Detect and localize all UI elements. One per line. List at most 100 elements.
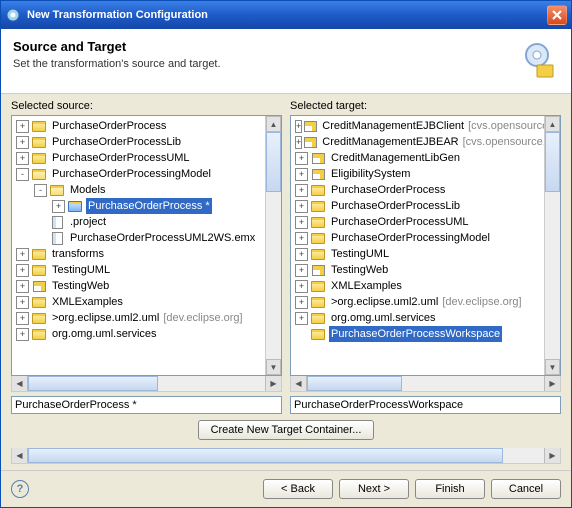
tree-item[interactable]: +EligibilitySystem bbox=[291, 166, 544, 182]
cancel-button[interactable]: Cancel bbox=[491, 479, 561, 499]
tree-item-label: PurchaseOrderProcessingModel bbox=[329, 230, 492, 246]
tree-twisty[interactable]: + bbox=[16, 120, 29, 133]
target-input[interactable] bbox=[290, 396, 561, 414]
scrollbar-horizontal[interactable]: ◀ ▶ bbox=[11, 376, 282, 392]
tree-twisty[interactable]: + bbox=[295, 312, 308, 325]
tree-twisty[interactable]: + bbox=[295, 264, 308, 277]
help-icon[interactable]: ? bbox=[11, 480, 29, 498]
tree-twisty[interactable]: + bbox=[295, 136, 302, 149]
scroll-left-button[interactable]: ◀ bbox=[12, 376, 28, 391]
scroll-thumb[interactable] bbox=[266, 132, 281, 192]
tree-item-label: Models bbox=[68, 182, 107, 198]
tree-item[interactable]: +TestingWeb bbox=[291, 262, 544, 278]
tree-item[interactable]: + CreditManagementLibGen bbox=[291, 150, 544, 166]
tree-item[interactable]: +org.omg.uml.services bbox=[12, 326, 265, 342]
tree-item[interactable]: +>org.eclipse.uml2.uml [dev.eclipse.org] bbox=[291, 294, 544, 310]
scroll-up-button[interactable]: ▲ bbox=[545, 116, 560, 132]
tree-twisty[interactable]: + bbox=[16, 152, 29, 165]
tree-item[interactable]: + TestingUML bbox=[291, 246, 544, 262]
tree-item[interactable]: + PurchaseOrderProcessingModel bbox=[291, 230, 544, 246]
tree-item-label: TestingUML bbox=[329, 246, 391, 262]
scroll-down-button[interactable]: ▼ bbox=[545, 359, 560, 375]
tree-twisty[interactable]: + bbox=[295, 232, 308, 245]
tree-twisty[interactable]: + bbox=[295, 184, 308, 197]
tree-item-label: CreditManagementLibGen bbox=[329, 150, 462, 166]
scroll-left-button[interactable]: ◀ bbox=[12, 448, 28, 463]
tree-item[interactable]: PurchaseOrderProcessWorkspace bbox=[291, 326, 544, 342]
tree-item[interactable]: +TestingWeb bbox=[12, 278, 265, 294]
file-icon bbox=[49, 215, 65, 229]
tree-item[interactable]: +PurchaseOrderProcessLib bbox=[291, 198, 544, 214]
folder-icon bbox=[31, 327, 47, 341]
folder-icon bbox=[31, 135, 47, 149]
scroll-left-button[interactable]: ◀ bbox=[291, 376, 307, 391]
tree-item-label: PurchaseOrderProcess bbox=[329, 182, 447, 198]
finish-button[interactable]: Finish bbox=[415, 479, 485, 499]
scrollbar-horizontal[interactable]: ◀ ▶ bbox=[290, 376, 561, 392]
tree-twisty[interactable]: + bbox=[295, 168, 308, 181]
next-button[interactable]: Next > bbox=[339, 479, 409, 499]
tree-item[interactable]: +CreditManagementEJBEAR [cvs.opensource.… bbox=[291, 134, 544, 150]
scroll-right-button[interactable]: ▶ bbox=[265, 376, 281, 391]
scroll-thumb-h[interactable] bbox=[307, 376, 402, 391]
scrollbar-vertical[interactable]: ▲ ▼ bbox=[544, 116, 560, 375]
create-target-container-button[interactable]: Create New Target Container... bbox=[198, 420, 375, 440]
tree-item[interactable]: +PurchaseOrderProcessUML bbox=[291, 214, 544, 230]
scrollbar-vertical[interactable]: ▲ ▼ bbox=[265, 116, 281, 375]
repo-decorator: [dev.eclipse.org] bbox=[440, 294, 523, 310]
tree-item[interactable]: +>org.eclipse.uml2.uml [dev.eclipse.org] bbox=[12, 310, 265, 326]
tree-item[interactable]: +CreditManagementEJBClient [cvs.opensour… bbox=[291, 118, 544, 134]
tree-twisty[interactable]: - bbox=[16, 168, 29, 181]
tree-item[interactable]: + org.omg.uml.services bbox=[291, 310, 544, 326]
tree-item[interactable]: +PurchaseOrderProcessUML bbox=[12, 150, 265, 166]
tree-item[interactable]: +XMLExamples bbox=[291, 278, 544, 294]
tree-item[interactable]: +PurchaseOrderProcess * bbox=[12, 198, 265, 214]
back-button[interactable]: < Back bbox=[263, 479, 333, 499]
scroll-right-button[interactable]: ▶ bbox=[544, 448, 560, 463]
source-panel: Selected source: +PurchaseOrderProcess+P… bbox=[11, 100, 282, 414]
tree-twisty[interactable]: + bbox=[16, 248, 29, 261]
tree-twisty[interactable]: + bbox=[295, 200, 308, 213]
scroll-thumb-h[interactable] bbox=[28, 448, 503, 463]
tree-item[interactable]: -PurchaseOrderProcessingModel bbox=[12, 166, 265, 182]
tree-item[interactable]: +TestingUML bbox=[12, 262, 265, 278]
tree-item[interactable]: PurchaseOrderProcessUML2WS.emx bbox=[12, 230, 265, 246]
tree-twisty[interactable]: + bbox=[16, 280, 29, 293]
tree-item[interactable]: +PurchaseOrderProcessLib bbox=[12, 134, 265, 150]
tree-item-label: org.omg.uml.services bbox=[329, 310, 438, 326]
tree-item[interactable]: +XMLExamples bbox=[12, 294, 265, 310]
tree-item[interactable]: .project bbox=[12, 214, 265, 230]
tree-twisty[interactable]: + bbox=[16, 296, 29, 309]
tree-twisty[interactable]: + bbox=[16, 328, 29, 341]
tree-twisty[interactable]: + bbox=[295, 152, 308, 165]
target-tree[interactable]: +CreditManagementEJBClient [cvs.opensour… bbox=[291, 116, 544, 375]
tree-item[interactable]: + PurchaseOrderProcess bbox=[291, 182, 544, 198]
scroll-thumb[interactable] bbox=[545, 132, 560, 192]
project-icon bbox=[31, 279, 47, 293]
scroll-down-button[interactable]: ▼ bbox=[266, 359, 281, 375]
tree-twisty[interactable]: + bbox=[295, 280, 308, 293]
tree-twisty[interactable]: + bbox=[295, 296, 308, 309]
source-input[interactable] bbox=[11, 396, 282, 414]
folder-icon bbox=[310, 295, 326, 309]
source-tree[interactable]: +PurchaseOrderProcess+PurchaseOrderProce… bbox=[12, 116, 265, 375]
scroll-thumb-h[interactable] bbox=[28, 376, 158, 391]
tree-twisty[interactable]: + bbox=[295, 248, 308, 261]
title-bar[interactable]: New Transformation Configuration bbox=[1, 1, 571, 29]
close-button[interactable] bbox=[547, 5, 567, 25]
scroll-right-button[interactable]: ▶ bbox=[544, 376, 560, 391]
tree-twisty[interactable]: + bbox=[295, 120, 302, 133]
repo-decorator: [cvs.opensource.ib bbox=[461, 134, 544, 150]
tree-item[interactable]: - Models bbox=[12, 182, 265, 198]
tree-twisty[interactable]: + bbox=[52, 200, 65, 213]
target-panel: Selected target: +CreditManagementEJBCli… bbox=[290, 100, 561, 414]
scrollbar-horizontal[interactable]: ◀ ▶ bbox=[11, 448, 561, 464]
tree-item[interactable]: +transforms bbox=[12, 246, 265, 262]
scroll-up-button[interactable]: ▲ bbox=[266, 116, 281, 132]
tree-twisty[interactable]: + bbox=[16, 264, 29, 277]
tree-twisty[interactable]: + bbox=[295, 216, 308, 229]
tree-twisty[interactable]: + bbox=[16, 312, 29, 325]
tree-twisty[interactable]: + bbox=[16, 136, 29, 149]
tree-twisty[interactable]: - bbox=[34, 184, 47, 197]
tree-item[interactable]: +PurchaseOrderProcess bbox=[12, 118, 265, 134]
